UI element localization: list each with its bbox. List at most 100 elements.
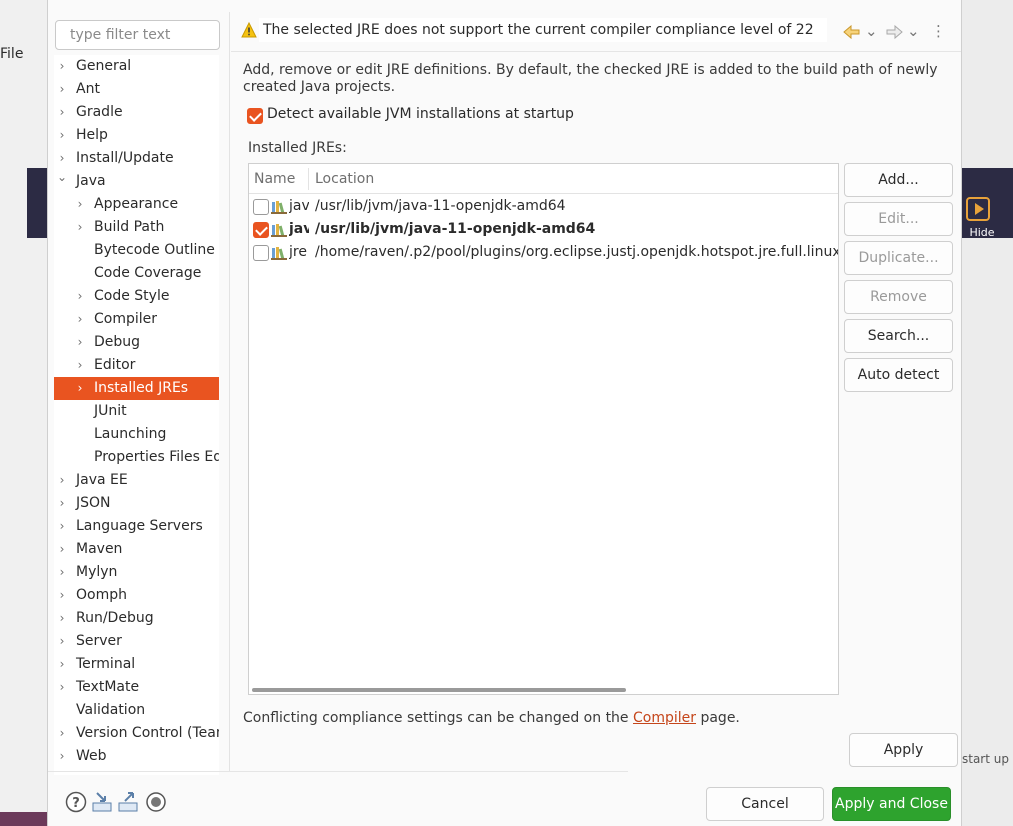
tree-item[interactable]: › Appearance bbox=[54, 193, 219, 216]
tree-item-label: Properties Files Ed bbox=[94, 449, 219, 465]
apply-and-close-button[interactable]: Apply and Close bbox=[832, 787, 951, 821]
tree-item[interactable]: › Maven bbox=[54, 538, 219, 561]
chevron-right-icon[interactable]: › bbox=[56, 538, 68, 561]
tree-item[interactable]: › Language Servers bbox=[54, 515, 219, 538]
help-icon[interactable]: ? bbox=[65, 791, 87, 813]
tree-item[interactable]: › Editor bbox=[54, 354, 219, 377]
auto-detect-button[interactable]: Auto detect bbox=[844, 358, 953, 392]
jre-checkbox[interactable] bbox=[253, 222, 269, 238]
detect-jvm-label[interactable]: Detect available JVM installations at st… bbox=[267, 106, 574, 122]
compiler-page-link[interactable]: Compiler bbox=[633, 710, 696, 726]
chevron-right-icon[interactable]: › bbox=[56, 584, 68, 607]
tree-item[interactable]: Code Coverage bbox=[54, 262, 219, 285]
tree-item[interactable]: › Terminal bbox=[54, 653, 219, 676]
tree-item[interactable]: › Ant bbox=[54, 78, 219, 101]
installed-jres-table[interactable]: Name Location java-11-openjdk-amd64/usr/… bbox=[248, 163, 839, 695]
chevron-right-icon[interactable]: › bbox=[74, 354, 86, 377]
back-arrow-icon[interactable] bbox=[843, 24, 861, 40]
edit-jre-button[interactable]: Edit... bbox=[844, 202, 953, 236]
forward-dropdown-chevron-icon[interactable]: ⌄ bbox=[907, 22, 920, 40]
chevron-down-icon[interactable]: ⌄ bbox=[56, 166, 68, 189]
table-row[interactable]: java-11-openjdk-amd64/usr/lib/jvm/java-1… bbox=[249, 219, 838, 242]
tree-item[interactable]: › Installed JREs bbox=[54, 377, 219, 400]
jre-library-icon bbox=[271, 224, 287, 237]
tree-item[interactable]: JUnit bbox=[54, 400, 219, 423]
tree-item[interactable]: › Java EE bbox=[54, 469, 219, 492]
chevron-right-icon[interactable]: › bbox=[56, 653, 68, 676]
table-row[interactable]: jre/home/raven/.p2/pool/plugins/org.ecli… bbox=[249, 242, 838, 265]
tree-item-label: Java bbox=[76, 173, 106, 189]
filter-input[interactable]: type filter text bbox=[55, 20, 220, 50]
forward-arrow-icon[interactable] bbox=[885, 24, 903, 40]
chevron-right-icon[interactable]: › bbox=[74, 216, 86, 239]
jre-checkbox[interactable] bbox=[253, 199, 269, 215]
search-jre-button[interactable]: Search... bbox=[844, 319, 953, 353]
chevron-right-icon[interactable]: › bbox=[56, 78, 68, 101]
jre-checkbox[interactable] bbox=[253, 245, 269, 261]
detect-jvm-checkbox-box[interactable] bbox=[247, 108, 263, 124]
tree-item[interactable]: › Web bbox=[54, 745, 219, 768]
tree-item[interactable]: › Compiler bbox=[54, 308, 219, 331]
chevron-right-icon[interactable]: › bbox=[56, 745, 68, 768]
chevron-right-icon[interactable]: › bbox=[74, 308, 86, 331]
background-hide-label[interactable]: Hide bbox=[962, 226, 1002, 239]
chevron-right-icon[interactable]: › bbox=[56, 722, 68, 745]
tree-item[interactable]: Properties Files Ed bbox=[54, 446, 219, 469]
background-menu-file[interactable]: File bbox=[0, 46, 23, 62]
play-icon[interactable] bbox=[966, 197, 990, 221]
tree-item[interactable]: › Help bbox=[54, 124, 219, 147]
tree-item[interactable]: › Build Path bbox=[54, 216, 219, 239]
back-dropdown-chevron-icon[interactable]: ⌄ bbox=[865, 22, 878, 40]
tree-item-label: Code Coverage bbox=[94, 265, 202, 281]
chevron-right-icon[interactable]: › bbox=[56, 101, 68, 124]
export-icon[interactable] bbox=[117, 791, 139, 813]
duplicate-jre-button[interactable]: Duplicate... bbox=[844, 241, 953, 275]
tree-item[interactable]: › Code Style bbox=[54, 285, 219, 308]
tree-item[interactable]: Validation bbox=[54, 699, 219, 722]
tree-item[interactable]: › Version Control (Team) bbox=[54, 722, 219, 745]
tree-item[interactable]: › JSON bbox=[54, 492, 219, 515]
jre-name: java-11-openjdk-amd64 bbox=[289, 198, 309, 214]
tree-item[interactable]: ⌄ Java bbox=[54, 170, 219, 193]
chevron-right-icon[interactable]: › bbox=[56, 561, 68, 584]
tree-item[interactable]: Bytecode Outline bbox=[54, 239, 219, 262]
tree-item[interactable]: › Run/Debug bbox=[54, 607, 219, 630]
chevron-right-icon[interactable]: › bbox=[74, 331, 86, 354]
chevron-right-icon[interactable]: › bbox=[56, 515, 68, 538]
add-jre-button[interactable]: Add... bbox=[844, 163, 953, 197]
conflict-note-suffix: page. bbox=[696, 710, 740, 726]
cancel-button[interactable]: Cancel bbox=[706, 787, 824, 821]
tree-item[interactable]: › TextMate bbox=[54, 676, 219, 699]
tree-item[interactable]: Launching bbox=[54, 423, 219, 446]
column-name-header[interactable]: Name bbox=[254, 171, 295, 187]
chevron-right-icon[interactable]: › bbox=[74, 285, 86, 308]
apply-button[interactable]: Apply bbox=[849, 733, 958, 767]
chevron-right-icon[interactable]: › bbox=[56, 469, 68, 492]
tree-item[interactable]: › Mylyn bbox=[54, 561, 219, 584]
column-separator[interactable] bbox=[308, 168, 309, 190]
chevron-right-icon[interactable]: › bbox=[56, 124, 68, 147]
horizontal-scrollbar[interactable] bbox=[252, 688, 626, 692]
column-location-header[interactable]: Location bbox=[315, 171, 374, 187]
chevron-right-icon[interactable]: › bbox=[56, 55, 68, 78]
table-row[interactable]: java-11-openjdk-amd64/usr/lib/jvm/java-1… bbox=[249, 196, 838, 219]
chevron-right-icon[interactable]: › bbox=[56, 492, 68, 515]
chevron-right-icon[interactable]: › bbox=[56, 630, 68, 653]
chevron-right-icon[interactable]: › bbox=[56, 607, 68, 630]
import-icon[interactable] bbox=[91, 791, 113, 813]
tree-item-label: JSON bbox=[76, 495, 111, 511]
chevron-right-icon[interactable]: › bbox=[74, 377, 86, 400]
tree-item[interactable]: › Install/Update bbox=[54, 147, 219, 170]
tree-item[interactable]: › General bbox=[54, 55, 219, 78]
record-icon[interactable] bbox=[145, 791, 167, 813]
chevron-right-icon[interactable]: › bbox=[74, 193, 86, 216]
tree-item-label: Gradle bbox=[76, 104, 123, 120]
tree-item[interactable]: › Oomph bbox=[54, 584, 219, 607]
chevron-right-icon[interactable]: › bbox=[56, 676, 68, 699]
tree-item[interactable]: › Debug bbox=[54, 331, 219, 354]
view-menu-icon[interactable]: ⋮ bbox=[931, 22, 946, 40]
tree-item[interactable]: › Gradle bbox=[54, 101, 219, 124]
tree-item[interactable]: › Server bbox=[54, 630, 219, 653]
remove-jre-button[interactable]: Remove bbox=[844, 280, 953, 314]
preferences-dialog: type filter text › General › Ant › Gradle › Hel… bbox=[47, 0, 962, 826]
